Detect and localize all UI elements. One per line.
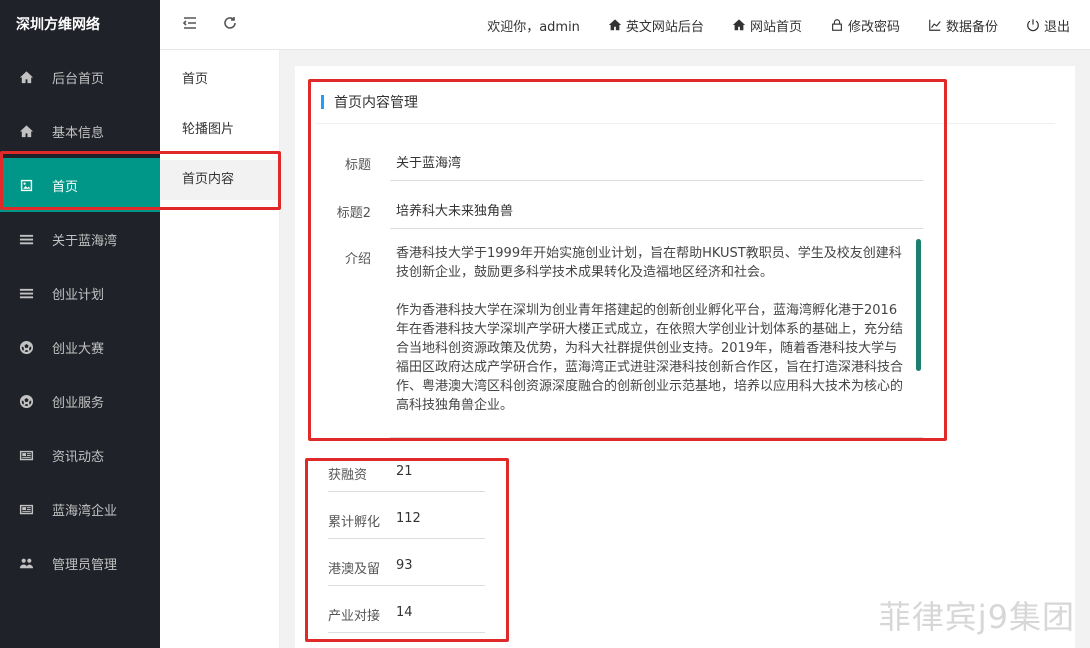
sidebar-item[interactable]: 蓝海湾企业	[0, 482, 160, 536]
list-icon	[18, 231, 34, 247]
soccer-ball-icon	[18, 393, 34, 409]
newspaper-icon	[18, 447, 34, 463]
power-icon	[1026, 18, 1040, 32]
list-icon	[18, 285, 34, 301]
header-links: 欢迎你，admin 英文网站后台 网站首页 修改密码 数据备份 退出	[487, 0, 1070, 50]
newspaper-icon	[18, 501, 34, 517]
header-link[interactable]: 退出	[1026, 16, 1070, 35]
header-link-label: 数据备份	[945, 19, 998, 35]
chart-icon	[928, 18, 942, 32]
sidebar-item-label: 管理员管理	[52, 557, 118, 573]
sidebar-item-label: 后台首页	[52, 71, 105, 87]
subnav-item-home[interactable]: 首页	[160, 60, 279, 100]
sidebar-item-label: 资讯动态	[52, 449, 105, 465]
header-link-label: 英文网站后台	[625, 19, 704, 35]
brand-logo: 深圳方维网络	[16, 17, 100, 33]
annotation-box-content	[308, 79, 947, 441]
top-header: 欢迎你，admin 英文网站后台 网站首页 修改密码 数据备份 退出	[160, 0, 1090, 50]
annotation-box-menu	[0, 151, 281, 210]
sidebar-item[interactable]: 关于蓝海湾	[0, 212, 160, 266]
sidebar-item-label: 基本信息	[52, 125, 105, 141]
header-link[interactable]: 数据备份	[928, 16, 998, 35]
header-link[interactable]: 网站首页	[732, 16, 802, 35]
sidebar-item[interactable]: 创业大赛	[0, 320, 160, 374]
header-link-label: 退出	[1043, 19, 1070, 35]
annotation-box-stats	[305, 458, 509, 642]
sidebar-item-label: 关于蓝海湾	[52, 233, 118, 249]
home-icon	[608, 18, 622, 32]
collapse-menu-icon[interactable]	[182, 15, 198, 35]
sidebar-nav: 后台首页 基本信息 首页 关于蓝海湾 创业计划 创业大赛 创业服务 资讯动态 蓝海湾企业 管理员管…	[0, 50, 160, 590]
sidebar-item[interactable]: 创业计划	[0, 266, 160, 320]
home-icon	[18, 123, 34, 139]
main-sidebar: 深圳方维网络 后台首页 基本信息 首页 关于蓝海湾 创业计划 创业大赛 创业服务 资讯动态 蓝海…	[0, 0, 160, 648]
header-tools	[182, 0, 238, 50]
header-link-label: 修改密码	[847, 19, 900, 35]
subnav-item-carousel[interactable]: 轮播图片	[160, 110, 279, 150]
sidebar-item[interactable]: 创业服务	[0, 374, 160, 428]
header-link-label: 网站首页	[749, 19, 802, 35]
header-link[interactable]: 英文网站后台	[608, 16, 704, 35]
watermark: 菲律宾j9集团	[878, 598, 1075, 636]
sidebar-item[interactable]: 后台首页	[0, 50, 160, 104]
refresh-icon[interactable]	[222, 15, 238, 35]
welcome-text: 欢迎你，admin	[487, 19, 580, 35]
sidebar-item[interactable]: 基本信息	[0, 104, 160, 158]
home-icon	[18, 69, 34, 85]
sidebar-item-label: 创业大赛	[52, 341, 105, 357]
sub-sidebar: 首页 轮播图片 首页内容	[160, 50, 280, 648]
sidebar-item-label: 创业服务	[52, 395, 105, 411]
sidebar-item-label: 蓝海湾企业	[52, 503, 118, 519]
sidebar-item-label: 创业计划	[52, 287, 105, 303]
lock-icon	[830, 18, 844, 32]
soccer-ball-icon	[18, 339, 34, 355]
users-icon	[18, 555, 34, 571]
home-icon	[732, 18, 746, 32]
sidebar-item[interactable]: 资讯动态	[0, 428, 160, 482]
sidebar-item[interactable]: 管理员管理	[0, 536, 160, 590]
header-link[interactable]: 修改密码	[830, 16, 900, 35]
